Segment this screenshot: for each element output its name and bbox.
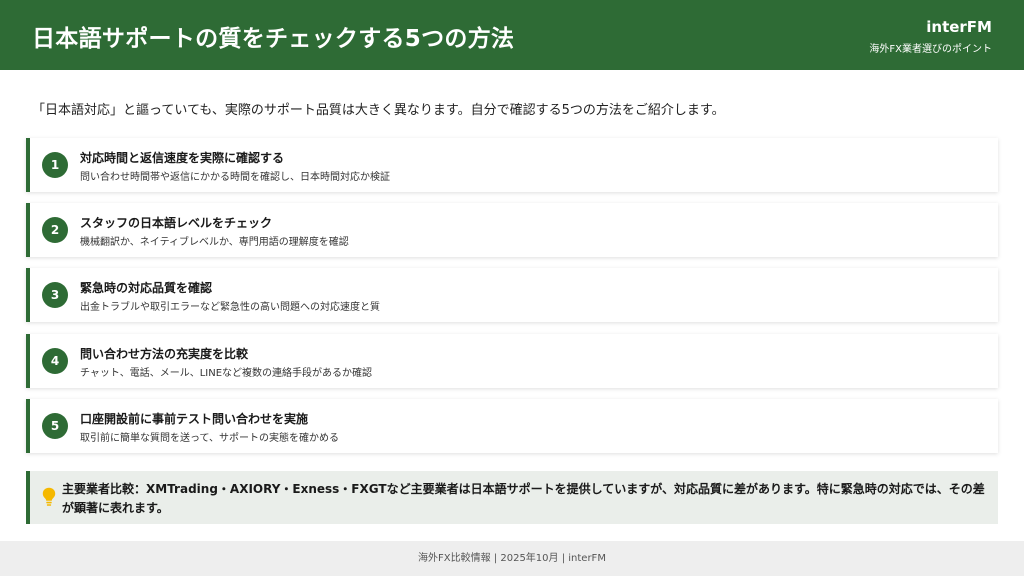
method-title: 対応時間と返信速度を実際に確認する: [80, 151, 285, 165]
method-item-1: 1 対応時間と返信速度を実際に確認する 問い合わせ時間帯や返信にかかる時間を確認…: [26, 138, 998, 192]
step-number-badge: 4: [42, 348, 68, 374]
method-item-3: 3 緊急時の対応品質を確認 出金トラブルや取引エラーなど緊急性の高い問題への対応…: [26, 268, 998, 322]
method-description: 機械翻訳か、ネイティブレベルか、専門用語の理解度を確認: [80, 237, 349, 248]
method-item-2: 2 スタッフの日本語レベルをチェック 機械翻訳か、ネイティブレベルか、専門用語の…: [26, 203, 998, 257]
method-description: 取引前に簡単な質問を送って、サポートの実態を確かめる: [80, 433, 339, 444]
method-description: 出金トラブルや取引エラーなど緊急性の高い問題への対応速度と質: [80, 302, 380, 313]
step-number-badge: 5: [42, 413, 68, 439]
step-number-badge: 1: [42, 152, 68, 178]
method-item-5: 5 口座開設前に事前テスト問い合わせを実施 取引前に簡単な質問を送って、サポート…: [26, 399, 998, 453]
brand-subtitle: 海外FX業者選びのポイント: [869, 44, 992, 55]
step-number-badge: 2: [42, 217, 68, 243]
method-title: 問い合わせ方法の充実度を比較: [80, 347, 249, 361]
method-title: 緊急時の対応品質を確認: [80, 281, 213, 295]
method-description: チャット、電話、メール、LINEなど複数の連絡手段があるか確認: [80, 368, 373, 379]
method-title: スタッフの日本語レベルをチェック: [80, 216, 273, 230]
note-text: 主要業者比較：XMTrading・AXIORY・Exness・FXGTなど主要業…: [62, 482, 985, 515]
brand-block: interFM 海外FX業者選びのポイント: [869, 18, 992, 55]
footer: 海外FX比較情報 | 2025年10月 | interFM: [0, 541, 1024, 576]
step-number-badge: 3: [42, 282, 68, 308]
brand-name: interFM: [926, 18, 992, 36]
lightbulb-icon: [42, 487, 56, 507]
intro-text: 「日本語対応」と謳っていても、実際のサポート品質は大きく異なります。自分で確認す…: [32, 103, 725, 118]
method-title: 口座開設前に事前テスト問い合わせを実施: [80, 412, 309, 426]
page-title: 日本語サポートの質をチェックする5つの方法: [32, 26, 515, 52]
comparison-note: 主要業者比較：XMTrading・AXIORY・Exness・FXGTなど主要業…: [26, 471, 998, 524]
method-item-4: 4 問い合わせ方法の充実度を比較 チャット、電話、メール、LINEなど複数の連絡…: [26, 334, 998, 388]
header-bar: 日本語サポートの質をチェックする5つの方法 interFM 海外FX業者選びのポ…: [0, 0, 1024, 70]
method-description: 問い合わせ時間帯や返信にかかる時間を確認し、日本時間対応か検証: [80, 172, 390, 183]
